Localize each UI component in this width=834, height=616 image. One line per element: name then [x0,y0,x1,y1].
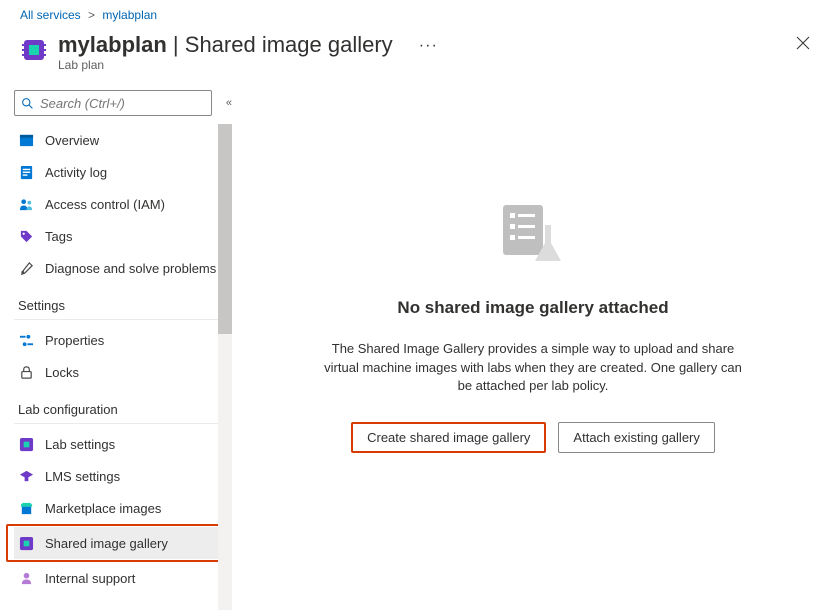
page-title: mylabplan | Shared image gallery ··· [58,32,814,58]
sidebar-item-marketplace[interactable]: Marketplace images [14,492,232,524]
sidebar-item-activity-log[interactable]: Activity log [14,156,232,188]
attach-existing-gallery-button[interactable]: Attach existing gallery [558,422,714,453]
diagnose-icon [18,260,34,276]
search-input-wrapper[interactable] [14,90,212,116]
sidebar-item-label: Diagnose and solve problems [45,261,216,276]
shared-image-gallery-icon [18,535,34,551]
locks-icon [18,364,34,380]
sidebar-item-label: Tags [45,229,72,244]
empty-state-illustration [493,199,573,272]
sidebar-item-shared-image-gallery[interactable]: Shared image gallery [14,527,220,559]
sidebar-item-label: Shared image gallery [45,536,168,551]
page-subtitle: Lab plan [58,58,814,72]
sidebar-item-label: LMS settings [45,469,120,484]
search-icon [21,97,34,110]
marketplace-icon [18,500,34,516]
section-settings: Settings [14,284,218,320]
sidebar-item-label: Activity log [45,165,107,180]
sidebar-item-label: Access control (IAM) [45,197,165,212]
sidebar-item-label: Properties [45,333,104,348]
empty-state-title: No shared image gallery attached [397,298,668,318]
overview-icon [18,132,34,148]
sidebar-item-label: Locks [45,365,79,380]
lab-settings-icon [18,436,34,452]
close-icon[interactable] [796,36,810,55]
sidebar-item-access-control[interactable]: Access control (IAM) [14,188,232,220]
sidebar-scrollbar-thumb[interactable] [218,124,232,334]
sidebar-item-overview[interactable]: Overview [14,124,232,156]
section-lab-configuration: Lab configuration [14,388,218,424]
properties-icon [18,332,34,348]
sidebar-item-label: Overview [45,133,99,148]
sidebar-item-locks[interactable]: Locks [14,356,232,388]
more-actions-button[interactable]: ··· [419,37,438,55]
search-input[interactable] [40,96,205,111]
sidebar-item-internal-support[interactable]: Internal support [14,562,232,594]
sidebar-item-lab-settings[interactable]: Lab settings [14,428,232,460]
sidebar-item-tags[interactable]: Tags [14,220,232,252]
labplan-icon [20,36,48,64]
sidebar-item-label: Internal support [45,571,135,586]
internal-support-icon [18,570,34,586]
sidebar-item-label: Lab settings [45,437,115,452]
tags-icon [18,228,34,244]
sidebar-item-properties[interactable]: Properties [14,324,232,356]
sidebar-item-label: Marketplace images [45,501,161,516]
collapse-sidebar-icon[interactable]: « [226,97,232,109]
create-shared-image-gallery-button[interactable]: Create shared image gallery [351,422,546,453]
lms-icon [18,468,34,484]
sidebar-item-lms-settings[interactable]: LMS settings [14,460,232,492]
breadcrumb-separator: > [88,8,95,22]
breadcrumb-root-link[interactable]: All services [20,8,81,22]
breadcrumb: All services > mylabplan [0,0,834,26]
activity-log-icon [18,164,34,180]
breadcrumb-current-link[interactable]: mylabplan [102,8,157,22]
empty-state-description: The Shared Image Gallery provides a simp… [318,340,748,397]
access-control-icon [18,196,34,212]
sidebar-item-diagnose[interactable]: Diagnose and solve problems [14,252,232,284]
